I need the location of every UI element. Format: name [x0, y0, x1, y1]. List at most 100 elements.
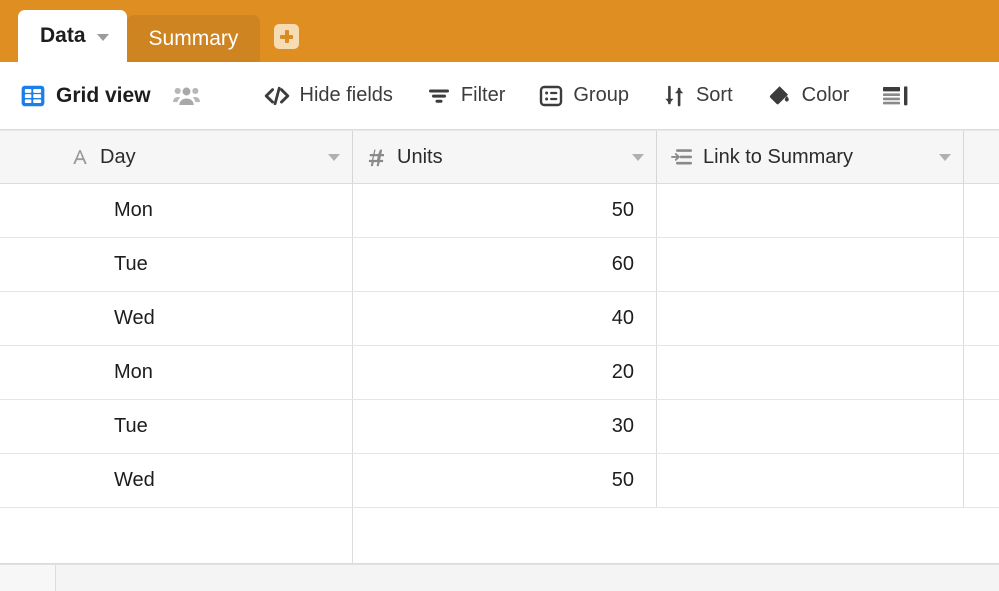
collaborators-button[interactable] [162, 76, 211, 116]
tab-summary-label: Summary [148, 26, 239, 50]
tab-data-label: Data [40, 24, 86, 47]
cell-units[interactable]: 30 [353, 400, 657, 453]
grid-header-row: Day Units Link to Summary [0, 130, 999, 184]
cell-day-value: Mon [114, 199, 153, 221]
table-row[interactable]: Mon 20 [0, 346, 999, 400]
row-gutter[interactable] [0, 454, 56, 507]
cell-day[interactable]: Tue [56, 238, 353, 291]
row-tail [964, 184, 999, 237]
group-icon [539, 84, 563, 108]
add-record-tail[interactable] [353, 508, 999, 563]
cell-units[interactable]: 50 [353, 454, 657, 507]
row-height-button[interactable] [872, 76, 920, 116]
grid-footer [0, 564, 999, 591]
data-grid: Day Units Link to Summary Mon 50 Tue 60 … [0, 130, 999, 591]
hide-fields-button[interactable]: Hide fields [253, 76, 404, 116]
add-tab-button[interactable] [274, 24, 300, 49]
cell-day-value: Wed [114, 307, 155, 329]
column-header-link-to-summary[interactable]: Link to Summary [657, 131, 964, 183]
row-gutter[interactable] [0, 292, 56, 345]
table-row[interactable]: Tue 60 [0, 238, 999, 292]
footer-gutter [0, 565, 56, 591]
row-gutter[interactable] [0, 238, 56, 291]
footer-summary-bar[interactable] [56, 565, 999, 591]
view-toolbar: Grid view Hide fields Filter Group Sort … [0, 62, 999, 130]
cell-link[interactable] [657, 292, 964, 345]
add-record-cell[interactable] [56, 508, 353, 563]
grid-view-selector[interactable]: Grid view [14, 76, 162, 116]
cell-day-value: Mon [114, 361, 153, 383]
tab-summary[interactable]: Summary [126, 15, 261, 62]
row-tail [964, 454, 999, 507]
column-header-units[interactable]: Units [353, 131, 657, 183]
code-brackets-icon [264, 86, 290, 106]
row-gutter[interactable] [0, 184, 56, 237]
cell-link[interactable] [657, 184, 964, 237]
cell-link[interactable] [657, 346, 964, 399]
grid-view-label: Grid view [56, 83, 151, 107]
sort-label: Sort [695, 84, 733, 106]
cell-units[interactable]: 50 [353, 184, 657, 237]
row-tail [964, 292, 999, 345]
paint-bucket-icon [767, 84, 792, 107]
color-label: Color [801, 84, 850, 106]
column-header-units-label: Units [397, 145, 443, 168]
cell-day[interactable]: Tue [56, 400, 353, 453]
cell-day[interactable]: Wed [56, 454, 353, 507]
hide-fields-label: Hide fields [299, 84, 393, 106]
cell-day-value: Wed [114, 469, 155, 491]
cell-link[interactable] [657, 400, 964, 453]
row-gutter[interactable] [0, 400, 56, 453]
filter-icon [427, 86, 451, 106]
cell-units-value: 60 [611, 253, 634, 275]
column-header-day-label: Day [100, 145, 136, 168]
cell-link[interactable] [657, 238, 964, 291]
tab-bar: Data Summary [0, 0, 999, 62]
column-header-day[interactable]: Day [56, 131, 353, 183]
cell-units[interactable]: 20 [353, 346, 657, 399]
table-row[interactable]: Wed 40 [0, 292, 999, 346]
sort-button[interactable]: Sort [652, 76, 744, 116]
cell-units-value: 50 [611, 199, 634, 221]
row-tail [964, 400, 999, 453]
cell-day-value: Tue [114, 253, 148, 275]
grid-view-icon [20, 83, 46, 109]
group-button[interactable]: Group [528, 76, 640, 116]
collaborators-icon [172, 85, 200, 107]
header-gutter [0, 131, 56, 183]
cell-day[interactable]: Wed [56, 292, 353, 345]
chevron-down-icon[interactable] [96, 34, 109, 41]
cell-day[interactable]: Mon [56, 184, 353, 237]
cell-units[interactable]: 60 [353, 238, 657, 291]
chevron-down-icon[interactable] [632, 153, 644, 161]
column-header-link-label: Link to Summary [703, 145, 854, 168]
link-record-icon [671, 147, 693, 167]
add-record-row[interactable] [0, 508, 999, 564]
cell-units-value: 50 [611, 469, 634, 491]
cell-units-value: 40 [611, 307, 634, 329]
number-field-icon [367, 147, 387, 167]
cell-units[interactable]: 40 [353, 292, 657, 345]
chevron-down-icon[interactable] [939, 153, 951, 161]
filter-label: Filter [460, 84, 506, 106]
group-label: Group [573, 84, 629, 106]
cell-units-value: 30 [611, 415, 634, 437]
row-tail [964, 238, 999, 291]
sort-arrows-icon [663, 85, 686, 107]
chevron-down-icon[interactable] [328, 153, 340, 161]
row-tail [964, 346, 999, 399]
table-row[interactable]: Wed 50 [0, 454, 999, 508]
row-gutter[interactable] [0, 346, 56, 399]
cell-day-value: Tue [114, 415, 148, 437]
tab-data[interactable]: Data [18, 10, 127, 62]
cell-day[interactable]: Mon [56, 346, 353, 399]
table-row[interactable]: Tue 30 [0, 400, 999, 454]
cell-link[interactable] [657, 454, 964, 507]
table-row[interactable]: Mon 50 [0, 184, 999, 238]
cell-units-value: 20 [611, 361, 634, 383]
color-button[interactable]: Color [756, 76, 861, 116]
text-field-icon [70, 147, 90, 167]
add-record-gutter[interactable] [0, 508, 56, 563]
filter-button[interactable]: Filter [416, 76, 516, 116]
row-height-icon [883, 84, 909, 108]
